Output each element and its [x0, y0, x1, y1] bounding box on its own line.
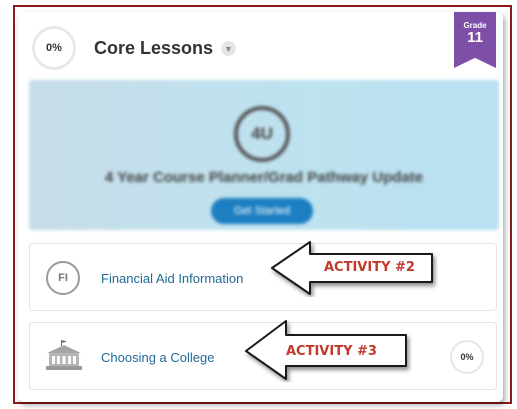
page-title: Core Lessons [94, 38, 214, 58]
get-started-button[interactable]: Get Started [211, 198, 313, 224]
grade-badge: Grade 11 [454, 12, 496, 68]
featured-lesson-banner[interactable]: 4U 4 Year Course Planner/Grad Pathway Up… [29, 80, 499, 230]
lesson-link-choosing-college[interactable]: Choosing a College [101, 350, 214, 365]
college-building-icon [46, 340, 82, 370]
banner-badge: 4U [234, 106, 290, 162]
financial-aid-icon: FI [46, 261, 80, 295]
grade-label: Grade [463, 21, 487, 30]
activity-2-callout: ACTIVITY #2 [266, 239, 438, 297]
activity-2-label: ACTIVITY #2 [324, 260, 415, 275]
activity-3-label: ACTIVITY #3 [286, 344, 377, 359]
banner-title: 4 Year Course Planner/Grad Pathway Updat… [104, 169, 424, 186]
lesson-link-financial-aid[interactable]: Financial Aid Information [101, 271, 243, 286]
chevron-down-icon[interactable]: ▼ [221, 41, 236, 56]
grade-value: 11 [467, 29, 483, 46]
course-progress-indicator: 0% [32, 26, 76, 70]
lesson-progress-indicator: 0% [450, 340, 484, 374]
activity-3-callout: ACTIVITY #3 [240, 318, 412, 382]
